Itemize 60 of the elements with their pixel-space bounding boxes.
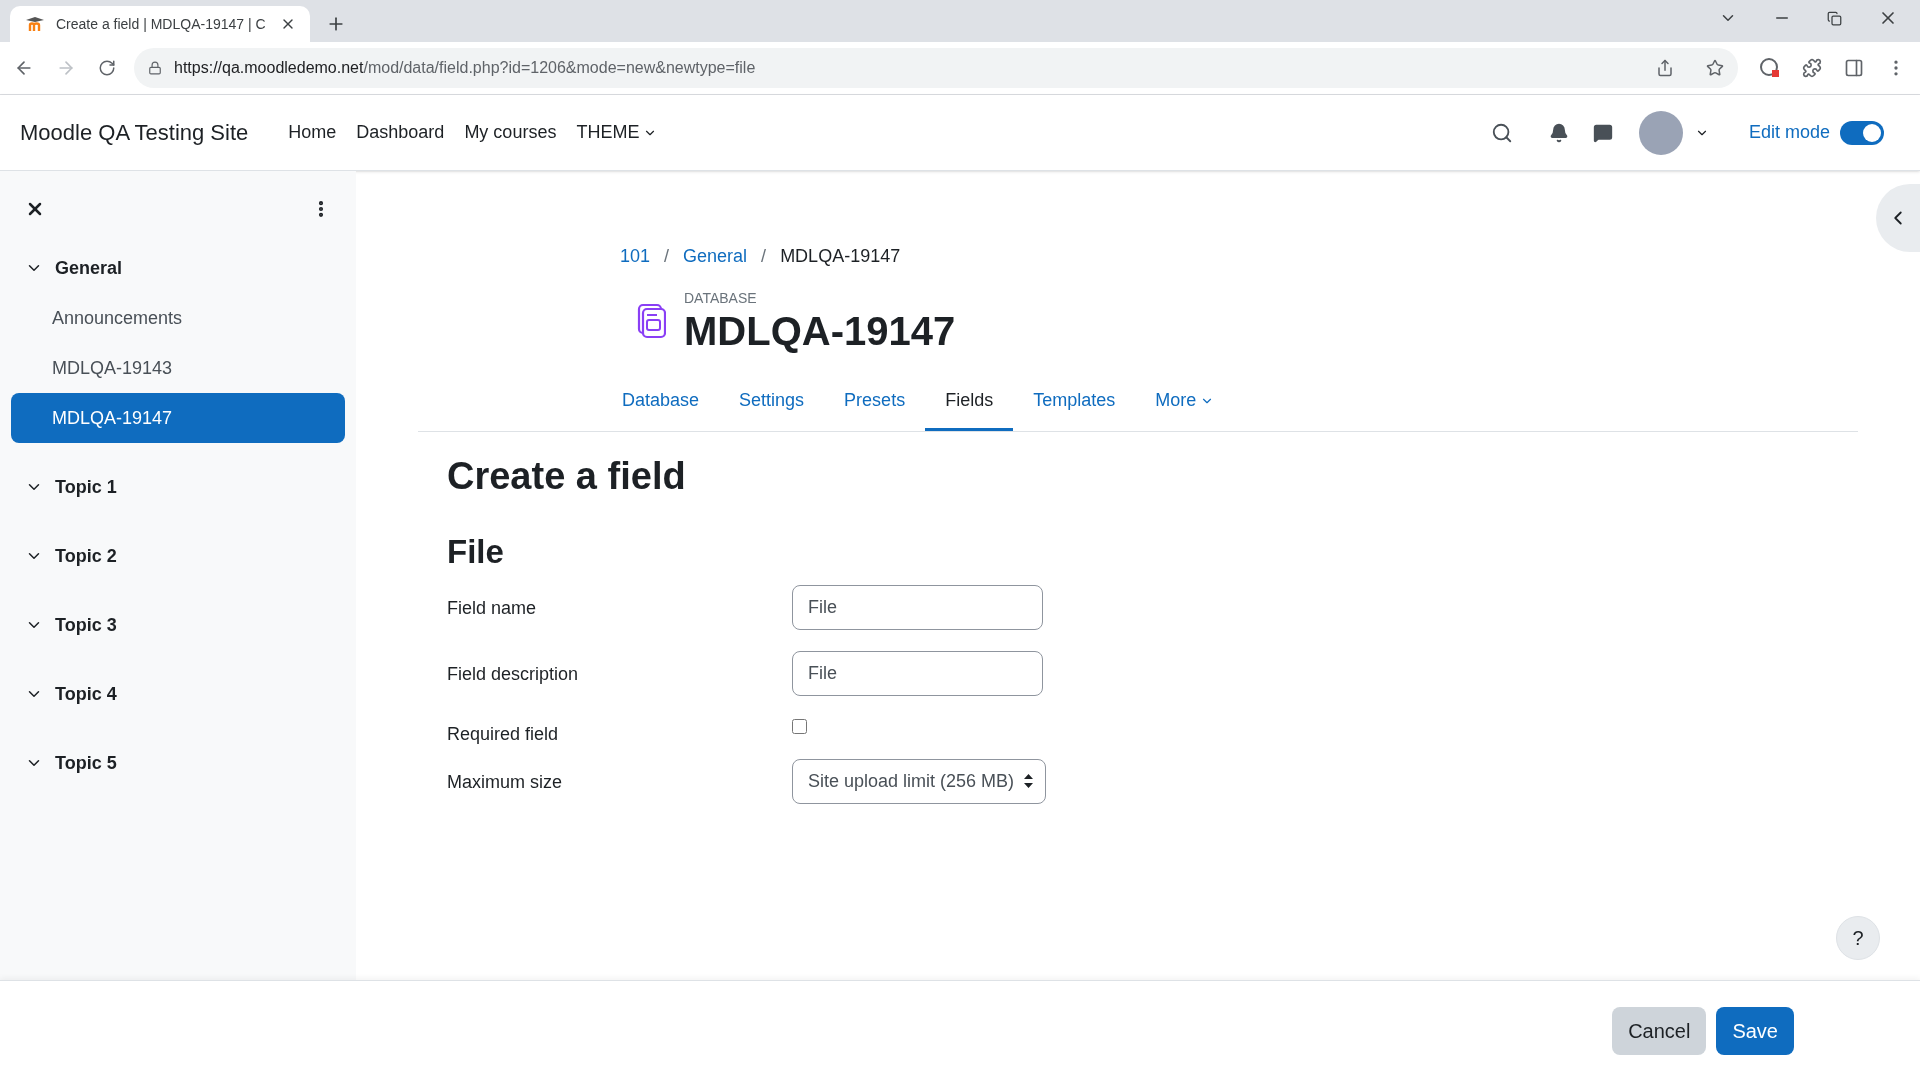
select-dropdown[interactable]: Site upload limit (256 MB) — [792, 758, 1047, 804]
address-bar[interactable]: https://qa.moodledemo.net/mod/data/field.php?id=1206&mode=new&newtype=file — [134, 48, 1738, 88]
reload-icon[interactable] — [98, 59, 116, 77]
bell-icon[interactable] — [1548, 122, 1569, 143]
breadcrumb-separator: / — [761, 245, 767, 268]
nav-tab[interactable]: Templates — [1013, 373, 1136, 431]
form-label: Required field — [447, 722, 560, 746]
nav-tab[interactable]: Fields — [925, 373, 1014, 431]
nav-tab[interactable]: Presets — [824, 373, 926, 431]
nav-tab[interactable]: More — [1135, 373, 1235, 431]
breadcrumb-current: MDLQA-19147 — [780, 245, 901, 268]
extensions-icon[interactable] — [1802, 58, 1822, 78]
text-input-field[interactable]: File — [792, 650, 1043, 696]
form-label: Field description — [447, 662, 580, 686]
form-label: Field name — [447, 596, 538, 620]
section-title[interactable]: General — [55, 254, 123, 282]
url-text: https://qa.moodledemo.net/mod/data/field.php?id=1206&mode=new&newtype=file — [174, 58, 756, 78]
text-input-field[interactable]: File — [792, 584, 1043, 630]
nav-link[interactable]: Dashboard — [356, 119, 445, 146]
section-title[interactable]: Topic 4 — [55, 680, 117, 708]
nav-link[interactable]: My courses — [464, 119, 557, 146]
side-panel-icon[interactable] — [1844, 58, 1864, 78]
browser-tab[interactable]: Create a field | MDLQA-19147 | C — [10, 6, 310, 42]
database-icon — [636, 302, 666, 339]
required-checkbox[interactable] — [792, 718, 807, 734]
sidebar-item[interactable]: Announcements — [11, 293, 345, 343]
nav-link[interactable]: THEME — [576, 119, 658, 146]
page-heading: Create a field — [447, 454, 687, 499]
drawer-toggle[interactable] — [1876, 184, 1920, 252]
breadcrumb-link[interactable]: General — [683, 243, 748, 270]
activity-type-label: DATABASE — [684, 289, 758, 308]
edit-mode-toggle[interactable] — [1840, 120, 1884, 145]
tab-title: Create a field | MDLQA-19147 | C — [56, 14, 267, 34]
bookmark-star-icon[interactable] — [1706, 59, 1724, 77]
cancel-button[interactable]: Cancel — [1612, 1006, 1707, 1055]
search-icon[interactable] — [1490, 121, 1513, 144]
section-title[interactable]: Topic 1 — [55, 473, 117, 501]
nav-link[interactable]: Home — [288, 119, 337, 146]
site-name[interactable]: Moodle QA Testing Site — [20, 116, 249, 149]
extension-icon[interactable] — [1760, 58, 1780, 78]
form-label: Maximum size — [447, 770, 563, 794]
breadcrumb-separator: / — [664, 245, 670, 268]
save-button[interactable]: Save — [1716, 1006, 1794, 1055]
nav-tab[interactable]: Settings — [719, 373, 825, 431]
section-title[interactable]: Topic 3 — [55, 611, 117, 639]
restore-icon[interactable] — [1827, 10, 1842, 26]
activity-title: MDLQA-19147 — [684, 309, 956, 353]
section-title[interactable]: Topic 5 — [55, 749, 117, 777]
chat-bubble-icon[interactable] — [1592, 122, 1613, 143]
section-heading: File — [447, 532, 505, 572]
sort-arrows-icon — [1024, 774, 1034, 788]
breadcrumb-link[interactable]: 101 — [620, 243, 651, 270]
nav-tab[interactable]: Database — [602, 373, 720, 431]
edit-mode-label: Edit mode — [1748, 121, 1830, 144]
share-icon[interactable] — [1656, 59, 1674, 77]
section-title[interactable]: Topic 2 — [55, 542, 117, 570]
lock-icon — [148, 61, 162, 75]
sidebar-item[interactable]: MDLQA-19143 — [11, 343, 345, 393]
sidebar-item[interactable]: MDLQA-19147 — [11, 393, 345, 443]
help-button[interactable]: ? — [1836, 916, 1880, 960]
